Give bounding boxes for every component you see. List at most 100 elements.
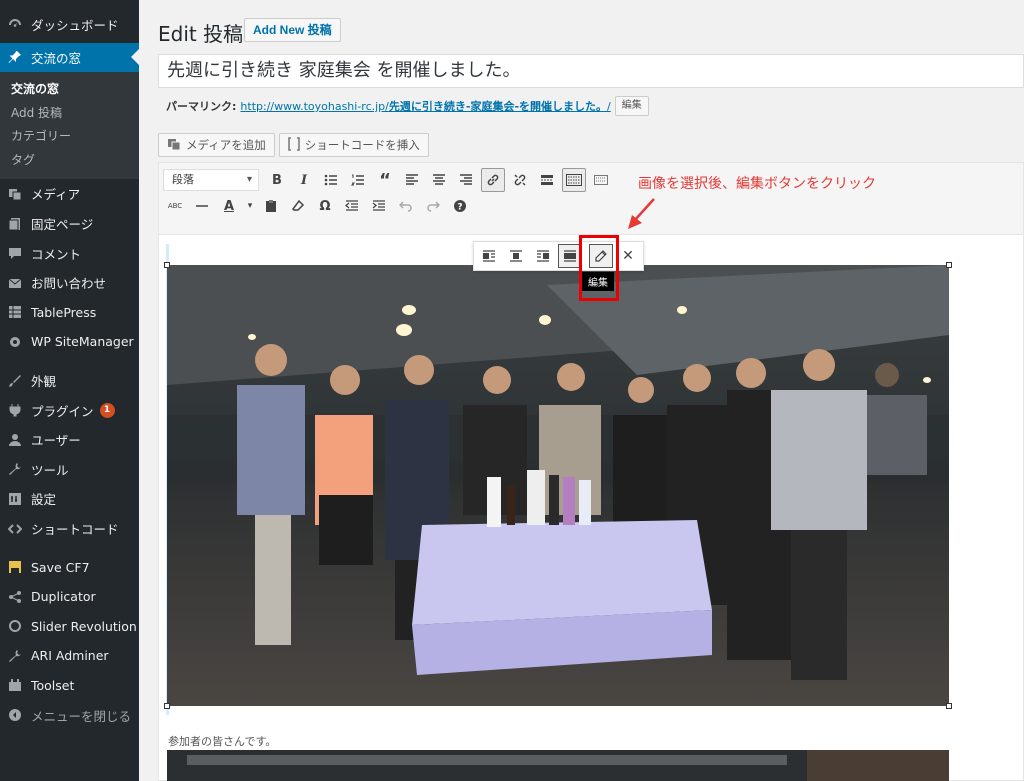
plugin-icon bbox=[7, 402, 23, 418]
menu-pages[interactable]: 固定ページ bbox=[0, 209, 139, 239]
media-buttons: メディアを追加 ショートコードを挿入 bbox=[158, 133, 429, 157]
menu-tools[interactable]: ツール bbox=[0, 455, 139, 485]
submenu-all-posts[interactable]: 交流の窓 bbox=[0, 78, 139, 102]
align-center-button[interactable] bbox=[427, 168, 451, 192]
menu-slider-revolution[interactable]: Slider Revolution bbox=[0, 612, 139, 642]
annotation-text: 画像を選択後、編集ボタンをクリック bbox=[638, 176, 876, 192]
menu-users[interactable]: ユーザー bbox=[0, 425, 139, 455]
strikethrough-button[interactable]: ABC bbox=[163, 194, 187, 218]
user-icon bbox=[7, 432, 23, 448]
add-new-post-button[interactable]: Add New 投稿 bbox=[244, 18, 341, 42]
insert-link-button[interactable] bbox=[481, 168, 505, 192]
keyboard-icon[interactable] bbox=[589, 168, 613, 192]
toolbar-toggle-button[interactable] bbox=[562, 168, 586, 192]
menu-comments[interactable]: コメント bbox=[0, 238, 139, 268]
special-character-button[interactable]: Ω bbox=[313, 194, 337, 218]
settings-icon bbox=[7, 491, 23, 507]
annotation-arrow-icon bbox=[628, 198, 655, 229]
menu-shortcode[interactable]: ショートコード bbox=[0, 514, 139, 544]
menu-plugins[interactable]: プラグイン 1 bbox=[0, 395, 139, 425]
post-title-input[interactable]: 先週に引き続き 家庭集会 を開催しました。 bbox=[158, 54, 1024, 88]
wrench-icon bbox=[7, 461, 23, 477]
menu-appearance[interactable]: 外観 bbox=[0, 366, 139, 396]
bullet-list-button[interactable] bbox=[319, 168, 343, 192]
menu-dashboard[interactable]: ダッシュボード bbox=[0, 10, 139, 40]
collapse-icon bbox=[7, 707, 23, 723]
page-icon bbox=[7, 216, 23, 232]
menu-media[interactable]: メディア bbox=[0, 179, 139, 209]
wrench-icon bbox=[7, 648, 23, 664]
comment-icon bbox=[7, 245, 23, 261]
format-select[interactable]: 段落 bbox=[163, 169, 259, 191]
menu-tablepress[interactable]: TablePress bbox=[0, 298, 139, 328]
read-more-button[interactable] bbox=[535, 168, 559, 192]
redo-button[interactable] bbox=[421, 194, 445, 218]
align-right-button[interactable] bbox=[454, 168, 478, 192]
dashboard-icon bbox=[7, 17, 23, 33]
submenu-tags[interactable]: タグ bbox=[0, 149, 139, 173]
align-image-center-button[interactable] bbox=[504, 244, 528, 268]
media-icon bbox=[7, 186, 23, 202]
blockquote-button[interactable]: “ bbox=[373, 168, 397, 192]
resize-handle-tr[interactable] bbox=[946, 262, 952, 268]
toolset-icon bbox=[7, 677, 23, 693]
page-title: Edit 投稿 bbox=[158, 22, 244, 46]
save-icon bbox=[7, 559, 23, 575]
collapse-menu-button[interactable]: メニューを閉じる bbox=[0, 700, 139, 730]
paste-as-text-button[interactable] bbox=[259, 194, 283, 218]
share-icon bbox=[7, 589, 23, 605]
resize-handle-bl[interactable] bbox=[164, 703, 170, 709]
shortcode-icon bbox=[287, 136, 300, 154]
menu-save-cf7[interactable]: Save CF7 bbox=[0, 552, 139, 582]
menu-settings[interactable]: 設定 bbox=[0, 484, 139, 514]
bold-button[interactable]: B bbox=[265, 168, 289, 192]
submenu-add-post[interactable]: Add 投稿 bbox=[0, 102, 139, 126]
clear-formatting-button[interactable] bbox=[286, 194, 310, 218]
mail-icon bbox=[7, 275, 23, 291]
gear-icon bbox=[7, 334, 23, 350]
italic-button[interactable]: I bbox=[292, 168, 316, 192]
post-image[interactable] bbox=[167, 265, 949, 706]
align-left-button[interactable] bbox=[400, 168, 424, 192]
indent-button[interactable] bbox=[367, 194, 391, 218]
table-icon bbox=[7, 304, 23, 320]
menu-duplicator[interactable]: Duplicator bbox=[0, 582, 139, 612]
edit-button-highlight bbox=[579, 235, 619, 301]
resize-handle-tl[interactable] bbox=[164, 262, 170, 268]
submenu-categories[interactable]: カテゴリー bbox=[0, 125, 139, 149]
edit-slug-button[interactable]: 編集 bbox=[614, 96, 649, 116]
svg-text:?: ? bbox=[457, 203, 462, 213]
editor-content[interactable]: ✕ 編集 参加者の皆さんです。 bbox=[159, 235, 1023, 781]
editor-toolbar: 段落 B I “ ABC A ▾ bbox=[159, 163, 1023, 235]
menu-posts[interactable]: 交流の窓 bbox=[0, 42, 139, 73]
toolbar-row-2: ABC A ▾ Ω ? bbox=[163, 194, 475, 218]
chevron-down-icon[interactable]: ▾ bbox=[244, 194, 256, 218]
menu-contact[interactable]: お問い合わせ bbox=[0, 268, 139, 298]
align-image-right-button[interactable] bbox=[531, 244, 555, 268]
posts-submenu: 交流の窓 Add 投稿 カテゴリー タグ bbox=[0, 72, 139, 180]
remove-link-button[interactable] bbox=[508, 168, 532, 192]
post-editor: 段落 B I “ ABC A ▾ bbox=[158, 162, 1024, 781]
outdent-button[interactable] bbox=[340, 194, 364, 218]
numbered-list-button[interactable] bbox=[346, 168, 370, 192]
refresh-icon bbox=[7, 618, 23, 634]
image-caption: 参加者の皆さんです。 bbox=[168, 735, 277, 748]
add-media-button[interactable]: メディアを追加 bbox=[158, 133, 275, 157]
menu-toolset[interactable]: Toolset bbox=[0, 671, 139, 701]
permalink-label: パーマリンク: bbox=[166, 100, 237, 113]
align-image-left-button[interactable] bbox=[477, 244, 501, 268]
admin-sidebar: ダッシュボード 交流の窓 交流の窓 Add 投稿 カテゴリー タグ メディア 固… bbox=[0, 0, 139, 781]
permalink-link[interactable]: http://www.toyohashi-rc.jp/先週に引き続き-家庭集会-… bbox=[240, 98, 610, 114]
second-image[interactable] bbox=[167, 750, 949, 781]
horizontal-line-button[interactable] bbox=[190, 194, 214, 218]
permalink-row: パーマリンク: http://www.toyohashi-rc.jp/先週に引き… bbox=[166, 96, 649, 116]
insert-shortcode-button[interactable]: ショートコードを挿入 bbox=[278, 133, 429, 157]
help-button[interactable]: ? bbox=[448, 194, 472, 218]
remove-image-button[interactable]: ✕ bbox=[616, 244, 640, 268]
menu-ari-adminer[interactable]: ARI Adminer bbox=[0, 641, 139, 671]
menu-wp-sitemanager[interactable]: WP SiteManager bbox=[0, 327, 139, 357]
resize-handle-br[interactable] bbox=[946, 703, 952, 709]
undo-button[interactable] bbox=[394, 194, 418, 218]
edit-tooltip: 編集 bbox=[582, 272, 614, 291]
text-color-button[interactable]: A bbox=[217, 194, 241, 218]
